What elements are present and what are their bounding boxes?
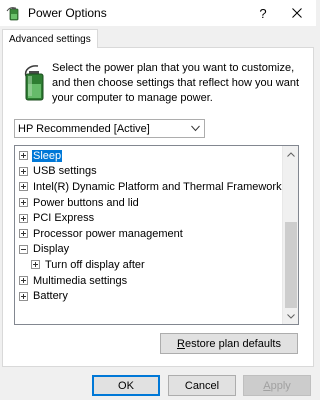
tree-item-label: Display <box>33 243 70 256</box>
collapse-icon[interactable] <box>19 244 28 254</box>
plan-description: Select the power plan that you want to c… <box>52 62 300 104</box>
expand-icon[interactable] <box>19 151 28 161</box>
ok-button[interactable]: OK <box>92 375 160 396</box>
tree-item-label: Sleep <box>32 149 63 162</box>
tree-item[interactable]: Turn off display after <box>15 257 283 273</box>
chevron-down-icon <box>191 125 200 132</box>
tree-item[interactable]: Battery <box>15 288 283 304</box>
tree-item-label: Turn off display after <box>45 258 145 271</box>
chevron-up-icon <box>287 151 295 157</box>
tree-item-label: Processor power management <box>33 227 183 240</box>
power-options-battery-icon <box>6 7 19 21</box>
power-plan-dropdown[interactable]: HP Recommended [Active] <box>14 119 205 138</box>
tree-item-label: PCI Express <box>33 212 95 225</box>
power-plan-battery-icon <box>24 65 44 101</box>
close-icon <box>292 8 302 18</box>
tree-item[interactable]: Processor power management <box>15 226 283 242</box>
expand-icon[interactable] <box>19 198 28 208</box>
scroll-thumb[interactable] <box>285 222 297 308</box>
tree-item-label: USB settings <box>33 165 97 178</box>
restore-plan-defaults-button[interactable]: Restore plan defaults <box>160 333 298 354</box>
tree-item-label: Battery <box>33 290 68 303</box>
scroll-down-button[interactable] <box>283 308 298 324</box>
tree-item[interactable]: Display <box>15 242 283 258</box>
expand-icon[interactable] <box>19 229 28 239</box>
power-plan-selected-value: HP Recommended [Active] <box>18 122 150 135</box>
tree-item-label: Multimedia settings <box>33 274 128 287</box>
cancel-button[interactable]: Cancel <box>168 375 236 396</box>
restore-plan-defaults-label: Restore plan defaults <box>177 337 281 350</box>
tree-item[interactable]: USB settings <box>15 164 283 180</box>
tree-item[interactable]: PCI Express <box>15 210 283 226</box>
window-title: Power Options <box>28 6 107 20</box>
expand-icon[interactable] <box>19 182 28 192</box>
chevron-down-icon <box>287 313 295 319</box>
help-button[interactable]: ? <box>252 2 274 24</box>
apply-label: Apply <box>263 379 291 392</box>
tab-advanced-settings[interactable]: Advanced settings <box>2 29 98 48</box>
tree-item[interactable]: Power buttons and lid <box>15 195 283 211</box>
settings-tree-list: Sleep USB settings Intel(R) Dynamic Platfo… <box>15 148 283 304</box>
tree-item-label: Intel(R) Dynamic Platform and Thermal Fr… <box>33 180 283 193</box>
tree-item[interactable]: Sleep <box>15 148 283 164</box>
apply-button[interactable]: Apply <box>243 375 311 396</box>
expand-icon[interactable] <box>19 213 28 223</box>
settings-tree[interactable]: Sleep USB settings Intel(R) Dynamic Platfo… <box>14 145 299 325</box>
expand-icon[interactable] <box>19 166 28 176</box>
tree-item[interactable]: Multimedia settings <box>15 273 283 289</box>
tree-item[interactable]: Intel(R) Dynamic Platform and Thermal Fr… <box>15 179 283 195</box>
expand-icon[interactable] <box>19 291 28 301</box>
title-bar: Power Options ? <box>0 0 316 26</box>
vertical-scrollbar[interactable] <box>282 146 298 324</box>
expand-icon[interactable] <box>19 276 28 286</box>
scroll-up-button[interactable] <box>283 146 298 162</box>
close-button[interactable] <box>284 2 310 24</box>
expand-icon[interactable] <box>31 260 40 270</box>
tree-item-label: Power buttons and lid <box>33 196 139 209</box>
